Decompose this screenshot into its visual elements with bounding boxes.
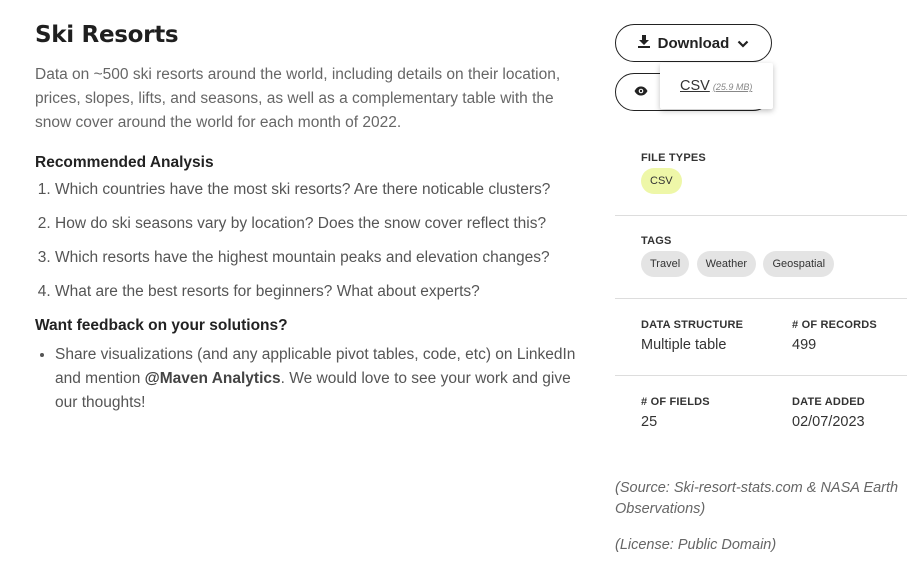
download-label: Download: [657, 34, 730, 52]
analysis-item: Which resorts have the highest mountain …: [55, 246, 580, 270]
analysis-item: How do ski seasons vary by location? Doe…: [55, 212, 580, 236]
csv-option-label: CSV: [680, 78, 710, 94]
data-structure-label: DATA STRUCTURE: [641, 319, 744, 331]
source-note: (Source: Ski-resort-stats.com & NASA Ear…: [615, 480, 899, 517]
dataset-details: Ski Resorts Data on ~500 ski resorts aro…: [35, 22, 580, 415]
data-structure-value: Multiple table: [641, 337, 727, 353]
chevron-down-icon: [737, 35, 749, 52]
analysis-item: What are the best resorts for beginners?…: [55, 280, 580, 304]
linkedin-mention: @Maven Analytics: [144, 370, 281, 387]
fields-label: # OF FIELDS: [641, 396, 710, 408]
file-types-label: FILE TYPES: [641, 152, 706, 164]
page-title: Ski Resorts: [35, 22, 179, 48]
divider: [615, 215, 907, 217]
download-button[interactable]: Download: [615, 24, 772, 62]
records-label: # OF RECORDS: [792, 319, 877, 331]
data-structure-block: DATA STRUCTURE Multiple table: [641, 319, 743, 353]
feedback-heading: Want feedback on your solutions?: [35, 317, 288, 334]
date-added-label: DATE ADDED: [792, 396, 865, 408]
dataset-description: Data on ~500 ski resorts around the worl…: [35, 66, 561, 131]
tag-pill[interactable]: Weather: [696, 251, 756, 277]
tags-block: TAGS Travel Weather Geospatial: [641, 235, 837, 277]
date-added-block: DATE ADDED 02/07/2023: [792, 396, 865, 430]
fields-value: 25: [641, 414, 658, 430]
tags-label: TAGS: [641, 235, 672, 247]
eye-icon: [634, 83, 648, 101]
file-type-badge: CSV: [641, 168, 682, 194]
fields-block: # OF FIELDS 25: [641, 396, 710, 430]
divider: [615, 298, 907, 300]
download-icon: [637, 34, 650, 52]
analysis-item: Which countries have the most ski resort…: [55, 178, 580, 202]
tag-pill[interactable]: Geospatial: [763, 251, 835, 277]
records-value: 499: [792, 337, 817, 353]
csv-option-size: (25.9 MB): [712, 82, 753, 92]
license-note: (License: Public Domain): [615, 537, 777, 553]
download-dropdown: CSV (25.9 MB): [660, 63, 773, 109]
date-added-value: 02/07/2023: [792, 414, 865, 430]
csv-download-option[interactable]: CSV (25.9 MB): [680, 77, 752, 95]
recommended-analysis-heading: Recommended Analysis: [35, 154, 214, 171]
recommended-analysis-list: Which countries have the most ski resort…: [35, 178, 580, 304]
tag-pill[interactable]: Travel: [641, 251, 690, 277]
feedback-list: Share visualizations (and any applicable…: [35, 343, 580, 415]
records-block: # OF RECORDS 499: [792, 319, 877, 353]
divider: [615, 375, 907, 377]
feedback-item: Share visualizations (and any applicable…: [55, 343, 580, 415]
file-types-block: FILE TYPES CSV: [641, 152, 706, 194]
